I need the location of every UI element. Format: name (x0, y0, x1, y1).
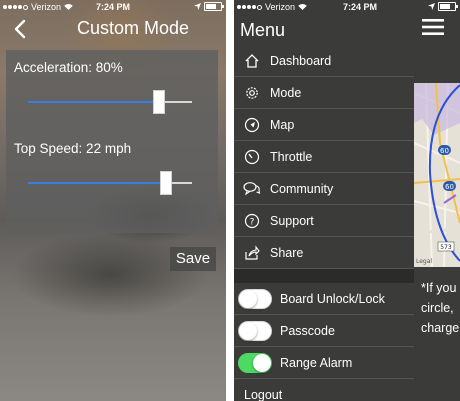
passcode-toggle[interactable] (238, 320, 272, 341)
map-legal-link[interactable]: Legal (416, 258, 432, 265)
range-alarm-toggle[interactable] (238, 352, 272, 373)
toggle-label: Range Alarm (280, 355, 353, 370)
acceleration-label: Acceleration: 80% (14, 60, 123, 75)
settings-panel: Acceleration: 80% Top Speed: 22 mph (6, 50, 218, 233)
top-speed-fill (28, 182, 166, 184)
compass-icon (234, 117, 270, 133)
menu-item-map[interactable]: Map (234, 109, 414, 141)
board-lock-toggle[interactable] (238, 288, 272, 309)
menu-screen: Verizon 7:24 PM Menu Dashboard Mode Map … (234, 0, 460, 401)
status-bar: Verizon 7:24 PM (234, 0, 414, 14)
toggle-label: Board Unlock/Lock (280, 291, 385, 306)
range-map[interactable]: 60 60 573 Legal (414, 83, 460, 267)
save-button[interactable]: Save (170, 247, 216, 271)
menu-item-support[interactable]: ? Support (234, 205, 414, 237)
signal-icon (237, 4, 262, 10)
battery-icon (438, 2, 458, 11)
back-button[interactable] (10, 18, 30, 40)
map-route-label: 60 (445, 183, 454, 191)
top-speed-slider-thumb[interactable] (159, 171, 172, 195)
location-arrow-icon (194, 3, 201, 10)
menu-divider (234, 269, 414, 283)
location-arrow-icon (428, 3, 435, 10)
page-title: Custom Mode (76, 18, 190, 38)
menu-item-label: Share (270, 245, 304, 260)
map-route-label: 573 (440, 244, 452, 251)
menu-item-throttle[interactable]: Throttle (234, 141, 414, 173)
acceleration-fill (28, 101, 160, 103)
menu-item-label: Throttle (270, 149, 313, 164)
chat-icon (234, 181, 270, 197)
status-time: 7:24 PM (95, 2, 130, 12)
share-icon (234, 244, 270, 261)
custom-mode-screen: Verizon 7:24 PM Custom Mode Acceleration… (0, 0, 226, 401)
menu-item-label: Support (270, 213, 314, 228)
acceleration-slider-thumb[interactable] (153, 90, 166, 114)
top-speed-slider[interactable] (28, 171, 192, 195)
hamburger-menu-icon[interactable] (422, 18, 444, 36)
menu-item-label: Dashboard (270, 53, 332, 68)
menu-item-mode[interactable]: Mode (234, 77, 414, 109)
toggle-row-passcode: Passcode (234, 315, 414, 347)
help-icon: ? (234, 213, 270, 229)
logout-button[interactable]: Logout (234, 379, 414, 401)
toggle-row-board-lock: Board Unlock/Lock (234, 283, 414, 315)
toggle-row-range-alarm: Range Alarm (234, 347, 414, 379)
range-note: *If you circle, charge (421, 281, 460, 335)
menu-item-community[interactable]: Community (234, 173, 414, 205)
gear-icon (234, 85, 270, 101)
map-route-label: 60 (440, 147, 449, 155)
menu-title: Menu (240, 20, 286, 40)
menu-item-label: Mode (270, 85, 302, 100)
side-menu: Verizon 7:24 PM Menu Dashboard Mode Map … (234, 0, 414, 401)
home-icon (234, 53, 270, 69)
acceleration-slider[interactable] (28, 90, 192, 114)
gauge-icon (234, 149, 270, 165)
status-bar: Verizon 7:24 PM (0, 0, 226, 14)
underlying-screen: 60 60 573 Legal *If you circle, charge (414, 0, 460, 401)
svg-text:?: ? (250, 217, 255, 227)
toggle-label: Passcode (280, 323, 335, 338)
menu-item-dashboard[interactable]: Dashboard (234, 45, 414, 77)
menu-item-label: Map (270, 117, 295, 132)
top-speed-label: Top Speed: 22 mph (14, 141, 132, 156)
menu-item-share[interactable]: Share (234, 237, 414, 269)
menu-item-label: Community (270, 181, 334, 196)
battery-icon (204, 2, 224, 11)
